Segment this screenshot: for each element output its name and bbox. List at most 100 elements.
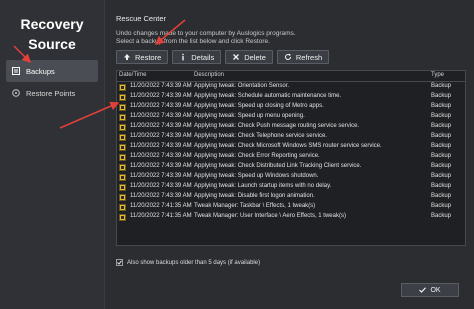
sidebar-item-label: Restore Points [26,88,76,98]
cell-description: Applying tweak: Check Microsoft Windows … [194,143,382,149]
page-description: Undo changes made to your computer by Au… [116,30,296,46]
cell-type: Backup [431,183,452,189]
cell-description: Applying tweak: Speed up closing of Metr… [194,103,324,109]
checkbox[interactable] [116,259,123,266]
show-older-checkbox[interactable]: Also show backups older than 5 days (if … [116,259,260,266]
cell-description: Applying tweak: Schedule automatic maint… [194,93,342,99]
sidebar-item-backups[interactable]: Backups [6,60,98,82]
cell-date: 11/20/2022 7:43:39 AM [130,153,192,159]
backup-icon [119,143,126,151]
cell-date: 11/20/2022 7:43:39 AM [130,173,192,179]
backup-list-icon [12,67,20,75]
cell-description: Applying tweak: Speed up menu opening. [194,113,305,119]
column-header-type[interactable]: Type [431,72,444,78]
table-row[interactable]: 11/20/2022 7:43:39 AM Applying tweak: Dis… [117,192,465,202]
restore-button[interactable]: Restore [116,50,169,64]
cell-date: 11/20/2022 7:43:39 AM [130,183,192,189]
sidebar-item-label: Backups [26,66,55,76]
backup-icon [119,113,126,121]
backup-icon [119,123,126,131]
table-row[interactable]: 11/20/2022 7:43:39 AM Applying tweak: Che… [117,142,465,152]
info-icon [182,53,184,61]
refresh-label: Refresh [295,52,323,62]
table-row[interactable]: 11/20/2022 7:43:39 AM Applying tweak: Spe… [117,172,465,182]
sidebar: Recovery Source Backups Restore Points [0,0,105,309]
cell-description: Applying tweak: Check Distributed Link T… [194,163,362,169]
backup-icon [119,133,126,141]
table-row[interactable]: 11/20/2022 7:41:35 AM Tweak Manager: Task… [117,202,465,212]
table-row[interactable]: 11/20/2022 7:43:39 AM Applying tweak: Che… [117,122,465,132]
table-row[interactable]: 11/20/2022 7:43:39 AM Applying tweak: Che… [117,152,465,162]
sidebar-item-restore-points[interactable]: Restore Points [6,82,98,104]
cell-date: 11/20/2022 7:41:35 AM [130,213,192,219]
refresh-icon [284,53,291,60]
details-label: Details [191,52,215,62]
cell-type: Backup [431,133,452,139]
close-icon [233,54,240,60]
delete-label: Delete [244,52,266,62]
checkmark-icon [419,287,427,293]
delete-button[interactable]: Delete [225,50,273,64]
cell-type: Backup [431,193,452,199]
cell-type: Backup [431,143,452,149]
table-row[interactable]: 11/20/2022 7:43:39 AM Applying tweak: Lau… [117,182,465,192]
cell-type: Backup [431,173,452,179]
cell-type: Backup [431,213,452,219]
backups-table: Date/Time Description Type 11/20/2022 7:… [116,70,466,246]
upload-icon [124,54,130,60]
cell-date: 11/20/2022 7:43:39 AM [130,93,192,99]
cell-description: Applying tweak: Check Telephone service … [194,133,327,139]
cell-description: Applying tweak: Check Error Reporting se… [194,153,320,159]
restore-label: Restore [135,52,162,62]
details-button[interactable]: Details [172,50,222,64]
cell-description: Applying tweak: Check Push message routi… [194,123,360,129]
cell-date: 11/20/2022 7:43:39 AM [130,83,192,89]
sidebar-title-line2: Source [28,36,76,52]
cell-date: 11/20/2022 7:43:39 AM [130,123,192,129]
table-row[interactable]: 11/20/2022 7:43:39 AM Applying tweak: Spe… [117,112,465,122]
backup-icon [119,203,126,211]
cell-type: Backup [431,163,452,169]
table-row[interactable]: 11/20/2022 7:43:39 AM Applying tweak: Spe… [117,102,465,112]
cell-description: Applying tweak: Launch startup items wit… [194,183,332,189]
table-row[interactable]: 11/20/2022 7:43:39 AM Applying tweak: Che… [117,162,465,172]
table-row[interactable]: 11/20/2022 7:43:39 AM Applying tweak: Che… [117,132,465,142]
refresh-button[interactable]: Refresh [276,50,330,64]
column-header-description[interactable]: Description [194,72,224,78]
ok-button[interactable]: OK [401,283,459,297]
sidebar-title: Recovery Source [0,14,104,54]
backup-icon [119,173,126,181]
cell-date: 11/20/2022 7:43:39 AM [130,103,192,109]
cell-date: 11/20/2022 7:43:39 AM [130,193,192,199]
backup-icon [119,213,126,221]
backup-icon [119,153,126,161]
backup-icon [119,83,126,91]
show-older-label: Also show backups older than 5 days (if … [127,259,261,266]
checkmark-icon [117,260,122,265]
backup-icon [119,163,126,171]
description-line1: Undo changes made to your computer by Au… [116,30,296,37]
table-row[interactable]: 11/20/2022 7:43:39 AM Applying tweak: Sch… [117,92,465,102]
cell-type: Backup [431,153,452,159]
cell-description: Tweak Manager: Taskbar \ Effects, 1 twea… [194,203,316,209]
backup-icon [119,103,126,111]
cell-type: Backup [431,113,452,119]
main-panel: Rescue Center Undo changes made to your … [111,0,474,309]
cell-date: 11/20/2022 7:43:39 AM [130,133,192,139]
ok-label: OK [430,286,441,294]
sidebar-title-line1: Recovery [20,16,84,32]
cell-type: Backup [431,123,452,129]
cell-date: 11/20/2022 7:43:39 AM [130,143,192,149]
column-header-date[interactable]: Date/Time [119,72,146,78]
backup-icon [119,93,126,101]
table-body: 11/20/2022 7:43:39 AM Applying tweak: Ori… [117,82,465,222]
cell-type: Backup [431,93,452,99]
restore-point-icon [12,89,20,97]
page-title: Rescue Center [116,14,167,23]
cell-description: Applying tweak: Speed up Windows shutdow… [194,173,319,179]
table-row[interactable]: 11/20/2022 7:43:39 AM Applying tweak: Ori… [117,82,465,92]
backup-icon [119,183,126,191]
description-line2: Select a backup from the list below and … [116,38,270,45]
table-header: Date/Time Description Type [117,71,465,82]
table-row[interactable]: 11/20/2022 7:41:35 AM Tweak Manager: User… [117,212,465,222]
